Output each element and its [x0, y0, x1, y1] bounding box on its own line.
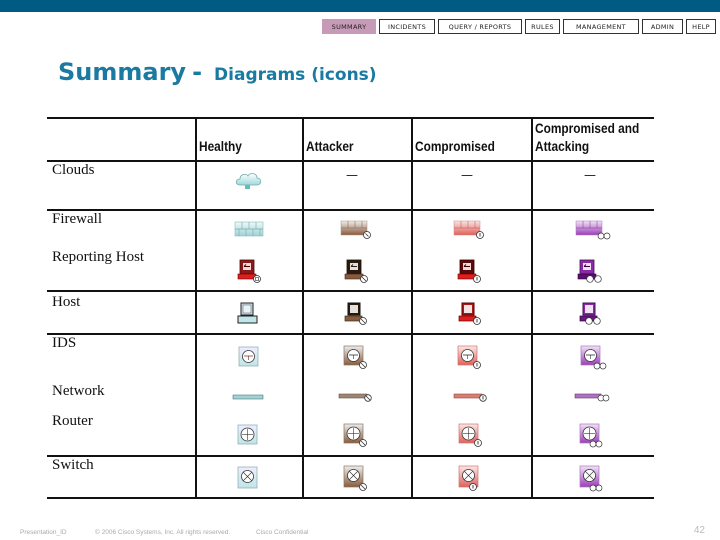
empty-mark: — — [461, 168, 473, 182]
switch-healthy-icon — [237, 466, 258, 489]
empty-mark: — — [584, 168, 596, 182]
table-divider — [195, 117, 197, 498]
table-divider — [531, 117, 533, 498]
router-healthy-icon — [237, 424, 258, 445]
table-divider — [302, 117, 304, 498]
switch-compromised-attacking-icon — [579, 465, 603, 492]
network-attacker-icon — [338, 393, 372, 402]
col-header-compromised-attacking-line2: Attacking — [535, 139, 590, 154]
ids-attacker-icon — [343, 345, 367, 369]
table-divider — [411, 117, 413, 498]
col-header-compromised: Compromised — [415, 139, 495, 154]
col-header-healthy: Healthy — [199, 139, 242, 154]
ids-compromised-icon — [457, 345, 481, 369]
row-label-switch: Switch — [52, 457, 94, 473]
switch-compromised-icon — [458, 465, 479, 491]
icon-table: Healthy Attacker Compromised Compromised… — [0, 0, 720, 540]
ids-compromised-attacking-icon — [580, 345, 607, 370]
footer-confidential: Cisco Confidential — [256, 529, 309, 536]
row-label-network: Network — [52, 383, 105, 399]
empty-mark: — — [346, 168, 358, 182]
row-label-firewall: Firewall — [52, 211, 102, 227]
host-healthy-icon — [237, 302, 258, 324]
table-rule — [47, 160, 654, 162]
reporting-host-compromised-icon — [457, 259, 481, 283]
table-rule — [47, 333, 654, 335]
host-compromised-icon — [458, 302, 481, 325]
reporting-host-compromised-attacking-icon — [577, 259, 602, 283]
host-compromised-attacking-icon — [579, 302, 601, 325]
network-healthy-icon — [232, 394, 264, 400]
reporting-host-healthy-icon — [237, 259, 261, 283]
router-compromised-attacking-icon — [579, 423, 603, 448]
table-rule — [47, 117, 654, 119]
footer-copyright: © 2006 Cisco Systems, Inc. All rights re… — [95, 529, 231, 536]
row-label-ids: IDS — [52, 335, 77, 351]
table-rule — [47, 455, 654, 457]
firewall-compromised-attacking-icon — [575, 220, 611, 240]
table-rule — [47, 497, 654, 499]
switch-attacker-icon — [343, 465, 367, 491]
page-number: 42 — [693, 525, 705, 536]
row-label-reporting-host: Reporting Host — [52, 249, 145, 265]
router-attacker-icon — [343, 423, 367, 447]
cloud-icon — [235, 173, 262, 189]
col-header-attacker: Attacker — [306, 139, 354, 154]
row-label-host: Host — [52, 294, 81, 310]
host-attacker-icon — [344, 302, 367, 325]
ids-healthy-icon — [238, 346, 259, 367]
table-rule — [47, 209, 654, 211]
firewall-compromised-icon — [453, 220, 484, 239]
col-header-compromised-attacking-line1: Compromised and — [535, 121, 640, 136]
firewall-attacker-icon — [340, 220, 371, 239]
row-label-router: Router — [52, 413, 93, 429]
network-compromised-icon — [453, 393, 487, 402]
router-compromised-icon — [458, 423, 482, 447]
footer-presentation-id: Presentation_ID — [20, 529, 67, 536]
firewall-healthy-icon — [234, 221, 264, 237]
table-rule — [47, 290, 654, 292]
network-compromised-attacking-icon — [574, 393, 610, 402]
row-label-clouds: Clouds — [52, 162, 95, 178]
reporting-host-attacker-icon — [344, 259, 368, 283]
